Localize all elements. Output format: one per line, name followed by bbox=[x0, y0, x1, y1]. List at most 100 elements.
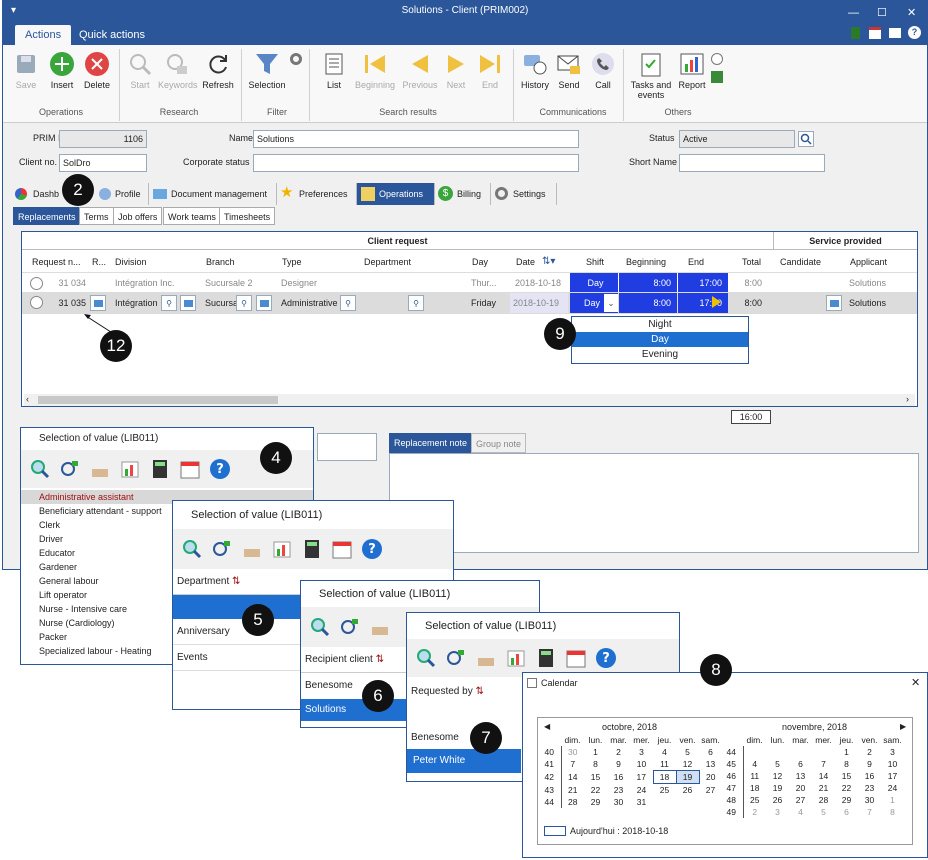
calendar-day[interactable]: 30 bbox=[858, 794, 881, 806]
calendar-day[interactable]: 17 bbox=[881, 770, 904, 782]
calendar-day[interactable]: 16 bbox=[607, 771, 630, 784]
calendar-day[interactable]: 6 bbox=[699, 746, 722, 758]
keywords-button[interactable]: Keywords bbox=[158, 51, 198, 90]
subtab-work-teams[interactable]: Work teams bbox=[163, 207, 221, 225]
tab-preferences[interactable]: ★ Preferences bbox=[277, 183, 357, 205]
help-icon[interactable]: ? bbox=[361, 538, 383, 560]
calendar-day[interactable]: 5 bbox=[812, 806, 835, 818]
insert-button[interactable]: Insert bbox=[43, 51, 81, 90]
corporate-status-field[interactable] bbox=[253, 154, 579, 172]
short-name-field[interactable] bbox=[679, 154, 825, 172]
search-plus-icon[interactable] bbox=[181, 538, 203, 560]
tab-document-management[interactable]: Document management bbox=[149, 183, 277, 205]
subtab-terms[interactable]: Terms bbox=[79, 207, 114, 225]
today-label[interactable]: Aujourd'hui : 2018-10-18 bbox=[570, 826, 668, 836]
calendar-day[interactable]: 29 bbox=[835, 794, 858, 806]
start-button[interactable]: Start bbox=[121, 51, 159, 90]
delete-button[interactable]: Delete bbox=[78, 51, 116, 90]
save-button[interactable]: Save bbox=[7, 51, 45, 90]
r-lookup-button[interactable] bbox=[90, 295, 106, 311]
calendar-icon[interactable] bbox=[331, 538, 353, 560]
cell-beginning[interactable]: 8:00 bbox=[619, 273, 677, 293]
report-button[interactable]: Report bbox=[673, 51, 711, 90]
branch-lookup-button[interactable] bbox=[256, 295, 272, 311]
shift-option-evening[interactable]: Evening bbox=[572, 347, 748, 362]
search-flag-icon[interactable] bbox=[445, 647, 467, 669]
calendar-day[interactable]: 3 bbox=[881, 746, 904, 758]
calendar-day[interactable]: 4 bbox=[653, 746, 676, 758]
calendar-day[interactable]: 17 bbox=[630, 771, 653, 784]
status-field[interactable]: Active bbox=[679, 130, 795, 148]
calendar-day[interactable]: 15 bbox=[584, 771, 607, 784]
calendar-day[interactable]: 2 bbox=[858, 746, 881, 758]
calendar-day[interactable]: 28 bbox=[561, 796, 584, 808]
shift-option-night[interactable]: Night bbox=[572, 317, 748, 332]
scroll-left-icon[interactable]: ‹ bbox=[26, 394, 29, 404]
calendar-day[interactable]: 14 bbox=[561, 771, 584, 784]
col-r[interactable]: R... bbox=[88, 252, 106, 272]
col-end[interactable]: End bbox=[684, 252, 704, 272]
sort-icon[interactable]: ⇅ bbox=[476, 686, 484, 697]
calendar-day[interactable] bbox=[812, 746, 835, 758]
tab-profile[interactable]: Profile bbox=[93, 183, 149, 205]
sort-filter-icon[interactable]: ⇅▾ bbox=[542, 256, 560, 268]
close-button[interactable]: ✕ bbox=[911, 673, 920, 693]
calendar-day[interactable]: 9 bbox=[858, 758, 881, 770]
shift-option-day[interactable]: Day bbox=[572, 332, 748, 347]
calendar-day[interactable]: 11 bbox=[743, 770, 766, 782]
calendar-day[interactable]: 19 bbox=[766, 782, 789, 794]
refresh-button[interactable]: Refresh bbox=[199, 51, 237, 90]
status-lookup-button[interactable] bbox=[798, 131, 814, 147]
calendar-day[interactable]: 4 bbox=[743, 758, 766, 770]
name-field[interactable]: Solutions bbox=[253, 130, 579, 148]
col-applicant[interactable]: Applicant bbox=[846, 252, 887, 272]
calendar-day[interactable]: 22 bbox=[835, 782, 858, 794]
calendar-day[interactable]: 3 bbox=[630, 746, 653, 758]
col-candidate[interactable]: Candidate bbox=[776, 252, 821, 272]
col-beginning[interactable]: Beginning bbox=[622, 252, 666, 272]
calendar-day[interactable]: 13 bbox=[699, 758, 722, 771]
tray-icon[interactable] bbox=[89, 458, 111, 480]
calendar-day[interactable]: 4 bbox=[789, 806, 812, 818]
calendar-icon[interactable] bbox=[565, 647, 587, 669]
calendar-day[interactable]: 11 bbox=[653, 758, 676, 771]
gear-icon[interactable] bbox=[290, 53, 302, 65]
cell-end[interactable]: 17:00 bbox=[678, 273, 728, 293]
table-row[interactable]: 31 035 Intégration ⚲ Sucursa ⚲ Administr… bbox=[22, 292, 917, 314]
tab-group-note[interactable]: Group note bbox=[471, 433, 527, 453]
list-item[interactable]: Peter White bbox=[407, 749, 521, 773]
cell-beginning[interactable]: 8:00 bbox=[619, 293, 677, 313]
calendar-day[interactable] bbox=[789, 746, 812, 758]
calendar-day[interactable] bbox=[766, 746, 789, 758]
maximize-button[interactable]: ☐ bbox=[877, 3, 887, 23]
calculator-icon[interactable] bbox=[149, 458, 171, 480]
horizontal-scrollbar[interactable]: ‹ › bbox=[24, 394, 915, 406]
selection-button[interactable]: Selection bbox=[245, 51, 289, 90]
division-search-button[interactable]: ⚲ bbox=[161, 295, 177, 311]
calendar-day[interactable]: 18 bbox=[743, 782, 766, 794]
bar-chart-icon[interactable] bbox=[505, 647, 527, 669]
branch-search-button[interactable]: ⚲ bbox=[236, 295, 252, 311]
tab-actions[interactable]: Actions bbox=[15, 25, 72, 45]
prev-month-icon[interactable]: ◀ bbox=[544, 722, 550, 731]
calendar-day[interactable] bbox=[699, 796, 722, 808]
calendar-day[interactable]: 6 bbox=[789, 758, 812, 770]
help-icon[interactable]: ? bbox=[209, 458, 231, 480]
calendar-day[interactable]: 19 bbox=[675, 770, 700, 784]
help-icon[interactable]: ? bbox=[908, 26, 921, 39]
search-flag-icon[interactable] bbox=[339, 616, 361, 638]
calendar-day[interactable]: 8 bbox=[584, 758, 607, 771]
calendar-day[interactable]: 18 bbox=[652, 770, 677, 784]
col-shift[interactable]: Shift bbox=[582, 252, 604, 272]
calendar-day[interactable]: 12 bbox=[676, 758, 699, 771]
search-flag-icon[interactable] bbox=[59, 458, 81, 480]
col-day[interactable]: Day bbox=[468, 252, 488, 272]
calendar-day[interactable]: 21 bbox=[812, 782, 835, 794]
calendar-day[interactable]: 1 bbox=[835, 746, 858, 758]
table-row[interactable]: 31 034 Intégration Inc. Sucursale 2 Desi… bbox=[22, 272, 917, 293]
calendar-icon[interactable] bbox=[179, 458, 201, 480]
sort-icon[interactable]: ⇅ bbox=[376, 654, 384, 665]
scroll-right-icon[interactable]: › bbox=[906, 394, 909, 404]
calendar-day[interactable] bbox=[743, 746, 766, 758]
calendar-day[interactable]: 31 bbox=[630, 796, 653, 808]
